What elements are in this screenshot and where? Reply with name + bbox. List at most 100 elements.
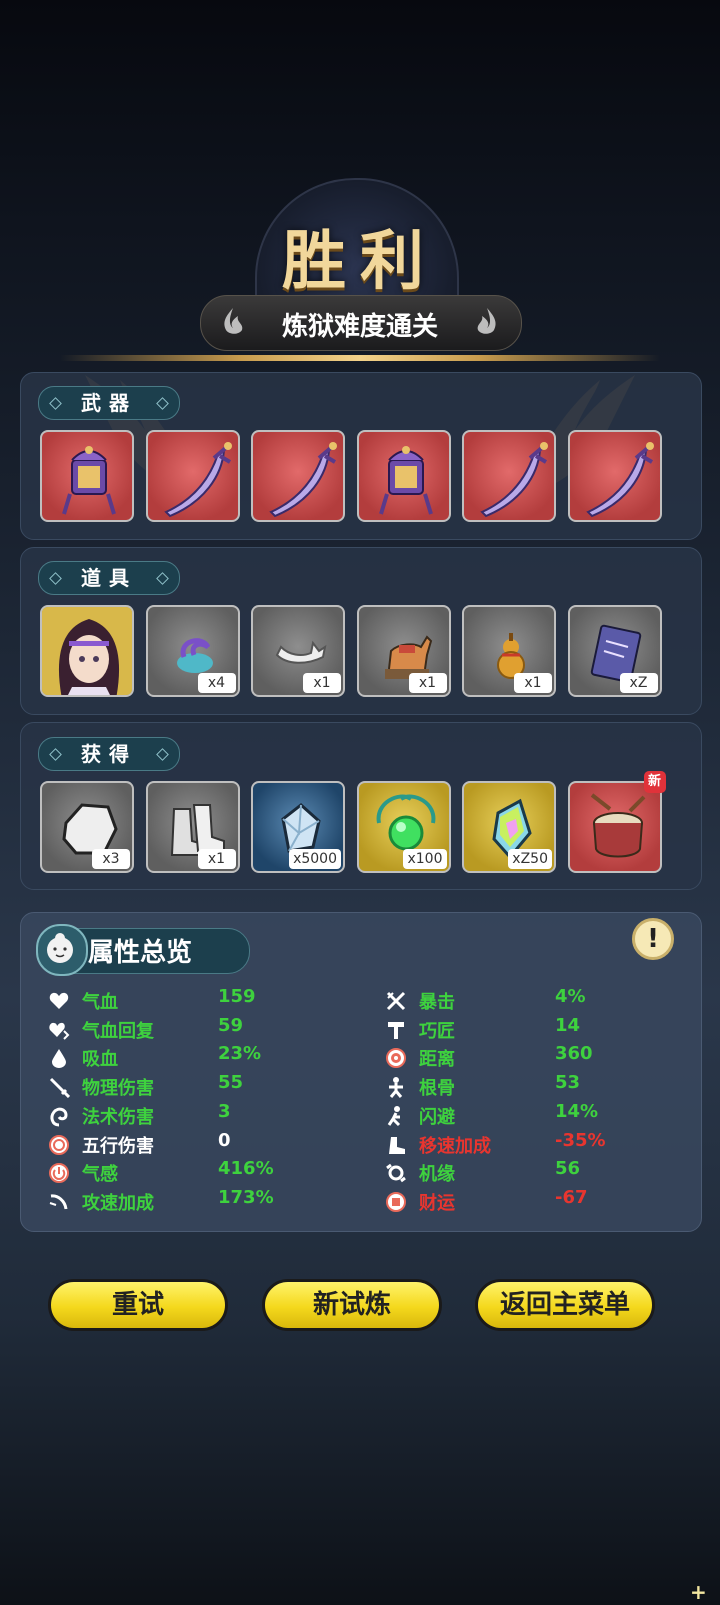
- quantity-badge: x1: [408, 673, 447, 693]
- weapons-label: 武器: [81, 391, 137, 415]
- stat-label: 财运: [419, 1192, 455, 1214]
- obtained-item[interactable]: [567, 781, 662, 873]
- sword-icon: [48, 1076, 71, 1099]
- stat-label: 距离: [419, 1049, 455, 1071]
- stat-value: -35%: [555, 1129, 606, 1151]
- stat-label: 吸血: [82, 1049, 118, 1071]
- stats-title: 属性总览: [88, 938, 193, 968]
- lantern-icon: [62, 446, 116, 515]
- attack-speed-icon: [48, 1191, 70, 1213]
- props-item[interactable]: x4: [145, 605, 240, 697]
- stat-row: 气感 416%: [48, 1158, 368, 1186]
- stat-label: 巧匠: [419, 1020, 455, 1042]
- obtained-section-tag: 获得: [38, 737, 180, 771]
- quantity-badge: xZ: [619, 673, 658, 693]
- props-item[interactable]: x1: [462, 605, 556, 697]
- stat-row: 吸血 23%: [48, 1043, 368, 1071]
- props-item[interactable]: [40, 605, 134, 697]
- obtained-item[interactable]: x100: [356, 781, 451, 873]
- hammer-icon: [385, 1019, 407, 1041]
- stat-value: 173%: [218, 1186, 274, 1208]
- critical-icon: [385, 990, 407, 1012]
- stat-value: 55: [218, 1072, 244, 1094]
- lantern-icon: [378, 446, 433, 515]
- weapons-item[interactable]: [145, 430, 240, 522]
- stat-row: 距离 360: [385, 1043, 705, 1071]
- blood-drop-icon: [48, 1047, 70, 1069]
- stat-label: 移速加成: [419, 1135, 491, 1157]
- victory-title: 胜利: [282, 224, 438, 299]
- difficulty-subtitle: 炼狱难度通关: [281, 312, 438, 342]
- heart-icon: [48, 990, 70, 1012]
- dodge-icon: [385, 1105, 407, 1127]
- quantity-badge: xZ50: [508, 849, 552, 869]
- props-item[interactable]: xZ: [567, 605, 662, 697]
- weapons-item[interactable]: [40, 430, 134, 522]
- quantity-badge: x1: [514, 673, 552, 693]
- stat-label: 气血回复: [82, 1020, 154, 1042]
- info-button[interactable]: !: [632, 918, 674, 960]
- weapons-item[interactable]: [251, 430, 345, 522]
- stat-value: -67: [555, 1186, 588, 1208]
- weapons-item[interactable]: [567, 430, 662, 522]
- stat-row: 气血 159: [48, 986, 368, 1014]
- props-label: 道具: [81, 566, 137, 590]
- main-menu-button[interactable]: 返回主菜单: [475, 1279, 655, 1331]
- quantity-badge: x4: [197, 673, 236, 693]
- drum-icon: [590, 793, 645, 858]
- body-icon: [385, 1076, 407, 1099]
- stat-label: 五行伤害: [82, 1135, 154, 1157]
- stat-row: 攻速加成 173%: [48, 1186, 368, 1215]
- stat-value: 23%: [218, 1043, 262, 1065]
- weapons-section-tag: 武器: [38, 386, 180, 420]
- props-item[interactable]: x1: [356, 605, 451, 697]
- quantity-badge: x1: [197, 849, 236, 869]
- props-item[interactable]: x1: [251, 605, 345, 697]
- props-section-tag: 道具: [38, 561, 180, 595]
- stat-value: 14%: [555, 1100, 599, 1122]
- stat-label: 机缘: [419, 1164, 455, 1186]
- luck-icon: [385, 1162, 407, 1184]
- stat-row: 巧匠 14: [385, 1014, 705, 1043]
- stat-row: 暴击 4%: [385, 986, 705, 1014]
- stat-label: 气感: [82, 1164, 118, 1186]
- range-icon: [385, 1047, 407, 1069]
- obtained-item[interactable]: x3: [40, 781, 134, 873]
- coin-icon: [385, 1191, 407, 1213]
- stat-value: 14: [555, 1014, 581, 1036]
- weapons-item[interactable]: [356, 430, 451, 522]
- new-badge: 新: [643, 771, 666, 793]
- stat-value: 0: [218, 1129, 231, 1151]
- stat-value: 416%: [218, 1158, 274, 1180]
- spiral-icon: [48, 1105, 70, 1127]
- stat-row: 气血回复 59: [48, 1014, 368, 1043]
- curved-blade-icon: [269, 442, 337, 518]
- new-trial-button[interactable]: 新试炼: [262, 1279, 442, 1331]
- quantity-badge: x100: [403, 849, 447, 869]
- stat-value: 56: [555, 1158, 581, 1180]
- obtained-item[interactable]: xZ50: [462, 781, 556, 873]
- stat-row: 财运 -67: [385, 1186, 705, 1215]
- quantity-badge: x1: [303, 673, 341, 693]
- heart-regen-icon: [48, 1019, 70, 1041]
- stat-label: 物理伤害: [82, 1078, 154, 1100]
- character-portrait-icon: [42, 607, 132, 695]
- stat-row: 五行伤害 0: [48, 1129, 368, 1158]
- stat-label: 暴击: [419, 992, 455, 1013]
- stat-value: 3: [218, 1100, 231, 1122]
- quantity-badge: x3: [92, 849, 130, 869]
- retry-button[interactable]: 重试: [48, 1279, 228, 1331]
- quantity-badge: x5000: [289, 849, 341, 869]
- stat-value: 360: [555, 1043, 593, 1065]
- stat-row: 物理伤害 55: [48, 1072, 368, 1100]
- obtained-item[interactable]: x5000: [251, 781, 345, 873]
- curved-blade-icon: [585, 442, 654, 518]
- power-icon: [48, 1162, 70, 1184]
- stat-value: 159: [218, 986, 256, 1007]
- obtained-item[interactable]: x1: [145, 781, 240, 873]
- stat-label: 法术伤害: [82, 1106, 154, 1128]
- weapons-item[interactable]: [462, 430, 556, 522]
- stat-row: 机缘 56: [385, 1158, 705, 1186]
- stat-value: 59: [218, 1014, 244, 1036]
- gold-divider: [60, 355, 660, 361]
